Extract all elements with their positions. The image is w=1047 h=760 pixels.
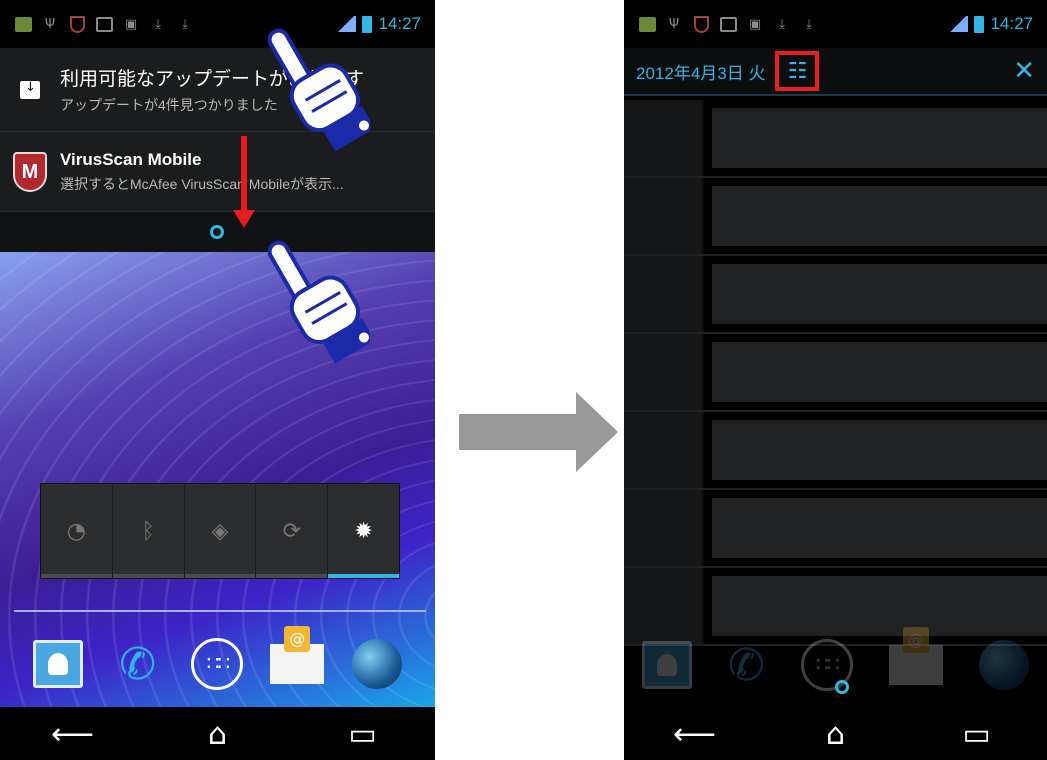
usb-icon: Ψ: [668, 16, 680, 32]
gps-toggle[interactable]: ◈: [184, 484, 257, 578]
contacts-icon: [32, 640, 83, 688]
quick-settings-button[interactable]: ☷: [775, 51, 820, 91]
download-icon: ⤓: [182, 16, 188, 32]
status-time: 14:27: [378, 14, 421, 33]
contacts-app[interactable]: [30, 636, 86, 692]
phone-icon: ✆: [728, 639, 765, 691]
mcafee-notification-icon: [68, 15, 86, 33]
notification-panel-header: 2012年4月3日 火 ☷ ✕: [624, 48, 1047, 96]
home-button[interactable]: ⌂: [801, 717, 871, 752]
recents-button[interactable]: ▭: [942, 717, 1012, 752]
phone-screen-before: Ψ ▣ ⤓ ⤓ 14:27 利用可能なアップデートがあります アップデートが4件…: [0, 0, 435, 760]
sync-toggle[interactable]: ⟳: [256, 484, 329, 578]
navigation-bar: ⟵ ⌂ ▭: [0, 708, 435, 760]
phone-icon: ✆: [119, 638, 157, 690]
header-date: 2012年4月3日 火: [636, 63, 766, 83]
list-item: [624, 100, 1047, 178]
status-bar[interactable]: Ψ ▣ ⤓ ⤓ 14:27: [624, 0, 1047, 48]
phone-screen-after: Ψ ▣ ⤓ ⤓ 14:27 2012年4月3日 火 ☷ ✕ ✆ ∷∷ @ ⟵ ⌂…: [624, 0, 1047, 760]
list-item: [624, 412, 1047, 490]
pointing-hand-icon: [267, 240, 370, 364]
dock-divider: [14, 610, 426, 612]
back-button[interactable]: ⟵: [660, 717, 730, 752]
transition-arrow-body: [459, 414, 577, 450]
wifi-icon: ◔: [66, 518, 86, 544]
email-icon: [888, 627, 943, 685]
mcafee-shield-icon: M: [13, 151, 47, 192]
download-icon: ⤓: [779, 16, 785, 32]
bluetooth-toggle[interactable]: ᛒ: [112, 484, 185, 578]
transition-arrow-head: [576, 392, 618, 472]
status-time: 14:27: [990, 14, 1033, 33]
list-item: [624, 334, 1047, 412]
app-drawer[interactable]: ∷∷: [189, 636, 245, 692]
list-item: [624, 256, 1047, 334]
screenshot-notification-icon: [719, 15, 737, 33]
mcafee-notification-icon: [692, 15, 710, 33]
contacts-icon: [642, 641, 692, 689]
screenshot-notification-icon: [95, 15, 113, 33]
tutorial-screenshot: Ψ ▣ ⤓ ⤓ 14:27 利用可能なアップデートがあります アップデートが4件…: [0, 0, 1047, 760]
update-bag-icon: [20, 80, 40, 99]
notification-list-dimmed: [624, 100, 1047, 646]
close-icon: ✕: [1013, 56, 1035, 86]
update-notification-icon: ▣: [748, 16, 762, 32]
brightness-toggle[interactable]: ✹: [328, 484, 399, 578]
settings-sliders-icon: ☷: [787, 58, 808, 84]
email-icon: [270, 626, 325, 684]
list-item: [624, 490, 1047, 568]
gps-icon: ◈: [211, 518, 229, 544]
download-icon: ⤓: [155, 16, 161, 32]
app-drawer-icon: ∷∷: [191, 638, 244, 690]
download-icon: ⤓: [806, 16, 812, 32]
swipe-arrow: [241, 136, 247, 218]
battery-icon: [974, 15, 985, 33]
wifi-toggle[interactable]: ◔: [41, 484, 113, 578]
signal-icon: [948, 16, 969, 32]
notification-subtitle: 選択するとMcAfee VirusScan Mobileが表示...: [60, 175, 344, 192]
browser-icon: [352, 639, 403, 689]
power-control-widget: ◔ ᛒ ◈ ⟳ ✹: [40, 483, 400, 579]
update-notification-icon: ▣: [124, 16, 138, 32]
handle-dot-icon: [210, 225, 224, 239]
usb-icon: Ψ: [44, 16, 56, 32]
swipe-arrow-head: [233, 210, 255, 228]
pointing-hand-icon: [267, 28, 370, 152]
navigation-bar: ⟵ ⌂ ▭: [624, 708, 1047, 760]
recents-button[interactable]: ▭: [328, 717, 398, 752]
brightness-icon: ✹: [354, 518, 373, 544]
list-item: [624, 178, 1047, 256]
browser-app[interactable]: [349, 636, 405, 692]
clear-all-button[interactable]: ✕: [1013, 56, 1035, 86]
browser-icon: [978, 640, 1029, 690]
handle-dot-icon: [835, 680, 849, 694]
gallery-notification-icon: [638, 15, 656, 33]
bluetooth-icon: ᛒ: [141, 518, 155, 544]
phone-app[interactable]: ✆: [110, 636, 166, 692]
sync-icon: ⟳: [282, 518, 301, 544]
email-app[interactable]: [269, 626, 325, 692]
gallery-notification-icon: [14, 15, 32, 33]
home-button[interactable]: ⌂: [183, 717, 253, 752]
back-button[interactable]: ⟵: [38, 717, 108, 752]
app-dock: ✆ ∷∷: [0, 620, 435, 708]
